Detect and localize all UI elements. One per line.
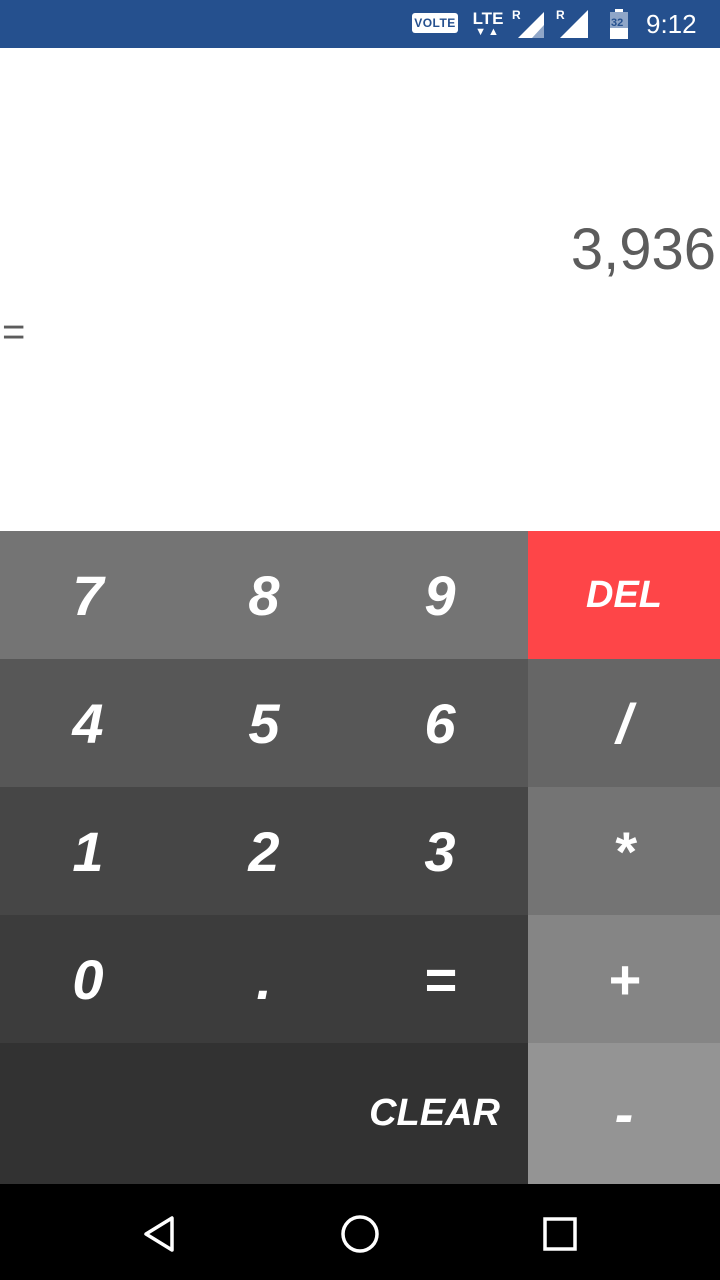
- calculator-display: 3,936 =: [0, 48, 720, 531]
- roaming-label-sim1: R: [512, 8, 521, 22]
- plus-button[interactable]: +: [528, 915, 720, 1043]
- navigation-bar: [0, 1184, 720, 1280]
- key-7[interactable]: 7: [0, 531, 176, 659]
- key-9[interactable]: 9: [352, 531, 528, 659]
- divide-button[interactable]: /: [528, 659, 720, 787]
- roaming-label-sim2: R: [556, 8, 565, 22]
- key-4[interactable]: 4: [0, 659, 176, 787]
- keypad: 7 8 9 4 5 6 1 2 3 0 . = CLEAR DEL / * + …: [0, 531, 720, 1184]
- delete-button[interactable]: DEL: [528, 531, 720, 659]
- key-1[interactable]: 1: [0, 787, 176, 915]
- keypad-row: 0 . =: [0, 915, 528, 1043]
- key-6[interactable]: 6: [352, 659, 528, 787]
- key-2[interactable]: 2: [176, 787, 352, 915]
- keypad-row: 1 2 3: [0, 787, 528, 915]
- key-5[interactable]: 5: [176, 659, 352, 787]
- battery-level: 32: [611, 17, 624, 29]
- key-0[interactable]: 0: [0, 915, 176, 1043]
- key-3[interactable]: 3: [352, 787, 528, 915]
- key-decimal[interactable]: .: [176, 915, 352, 1043]
- keypad-row: CLEAR: [0, 1043, 528, 1184]
- recents-icon[interactable]: [534, 1208, 586, 1260]
- battery-icon: 32: [608, 8, 630, 40]
- signal-icon-sim2: R: [556, 8, 590, 40]
- keypad-row: 7 8 9: [0, 531, 528, 659]
- status-bar: VOLTE LTE ▼▲ R R 32 9:12: [0, 0, 720, 48]
- home-icon[interactable]: [334, 1208, 386, 1260]
- key-8[interactable]: 8: [176, 531, 352, 659]
- equals-indicator: =: [2, 310, 26, 354]
- keypad-row: 4 5 6: [0, 659, 528, 787]
- data-activity-icon: ▼▲: [475, 26, 501, 38]
- clock: 9:12: [646, 8, 697, 39]
- key-equals[interactable]: =: [352, 915, 528, 1043]
- result-value: 3,936: [570, 217, 716, 282]
- lte-indicator: LTE ▼▲: [470, 6, 506, 42]
- multiply-button[interactable]: *: [528, 787, 720, 915]
- minus-button[interactable]: -: [528, 1043, 720, 1184]
- lte-label: LTE: [472, 9, 504, 28]
- back-icon[interactable]: [134, 1208, 186, 1260]
- clear-button[interactable]: CLEAR: [369, 1043, 500, 1184]
- signal-icon-sim1: R: [512, 8, 546, 40]
- volte-indicator: VOLTE: [412, 13, 458, 33]
